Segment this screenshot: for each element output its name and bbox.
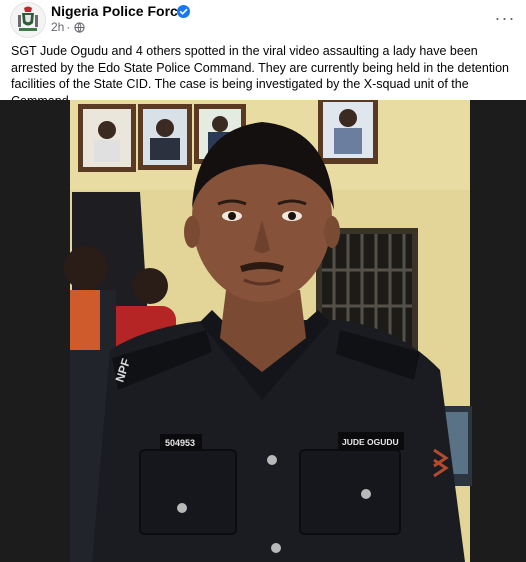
page-avatar[interactable] xyxy=(10,2,46,38)
facebook-post: Nigeria Police Force 2h · ··· SGT Jude O… xyxy=(0,0,526,562)
post-header: Nigeria Police Force 2h · ··· xyxy=(0,0,526,40)
post-timestamp[interactable]: 2h xyxy=(51,20,64,34)
more-options-button[interactable]: ··· xyxy=(492,8,518,28)
verified-badge-icon xyxy=(177,5,190,18)
name-tag-text: JUDE OGUDU xyxy=(342,437,399,447)
page-name-link[interactable]: Nigeria Police Force xyxy=(51,3,186,19)
post-photo[interactable]: NPF 504953 JUDE OGUDU xyxy=(0,100,526,562)
police-crest-icon xyxy=(11,3,45,37)
more-options-icon: ··· xyxy=(494,7,516,28)
globe-icon[interactable] xyxy=(74,21,85,33)
officer-photo-illustration: NPF 504953 JUDE OGUDU xyxy=(0,100,526,562)
number-tag-text: 504953 xyxy=(165,438,195,448)
meta-separator: · xyxy=(66,20,71,34)
post-meta: 2h · xyxy=(51,20,85,34)
